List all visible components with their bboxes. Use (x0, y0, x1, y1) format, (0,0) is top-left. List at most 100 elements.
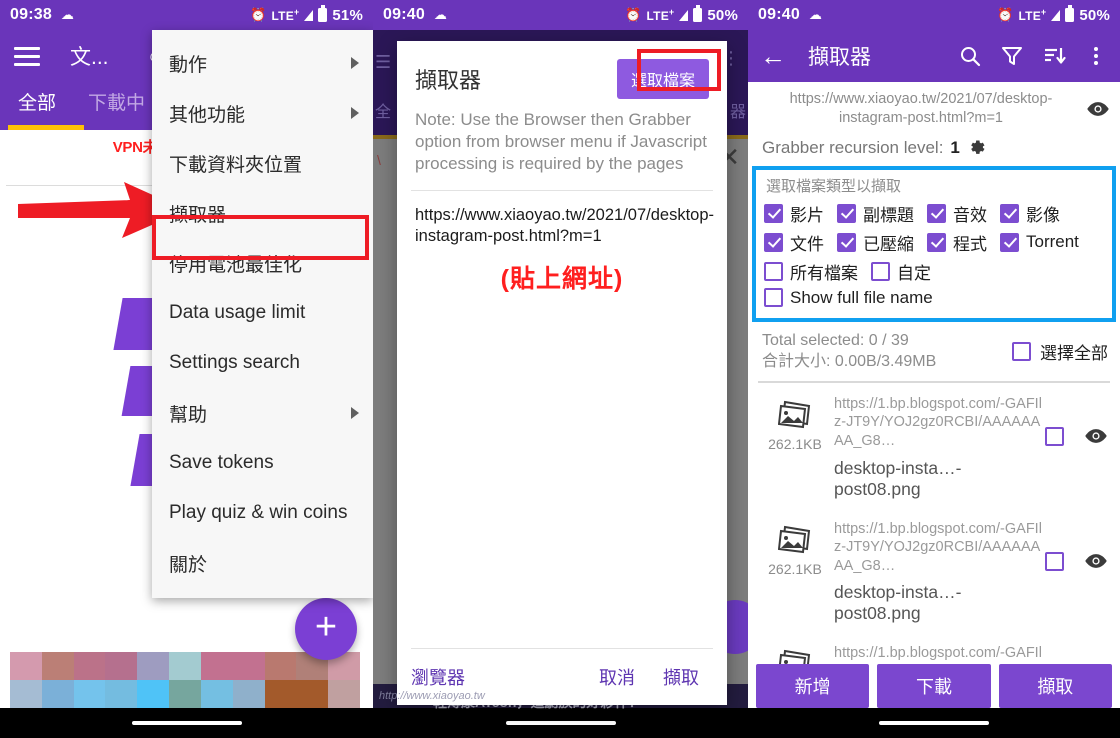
system-nav-bar (0, 708, 373, 738)
sort-descending-icon[interactable] (1042, 44, 1066, 68)
three-panel-screenshot: 09:38 ☁ ⏰ LTE+ 51% 文... ○ 全部 下載中 VPN未連線，… (0, 0, 1120, 738)
panel-downloader-menu: 09:38 ☁ ⏰ LTE+ 51% 文... ○ 全部 下載中 VPN未連線，… (0, 0, 373, 738)
browser-button[interactable]: 瀏覽器 (411, 664, 465, 690)
checkbox-box[interactable] (1045, 426, 1064, 446)
checkbox-custom[interactable]: 自定 (871, 259, 931, 284)
menu-item-actions[interactable]: 動作 (152, 38, 373, 88)
menu-item-play-quiz[interactable]: Play quiz & win coins (152, 488, 373, 538)
checkbox-box[interactable] (837, 232, 856, 252)
battery-icon (693, 5, 703, 22)
checkbox-video[interactable]: 影片 (764, 201, 824, 226)
alarm-icon: ⏰ (250, 7, 267, 22)
tab-underline (8, 125, 84, 130)
watermark: http://www.xiaoyao.tw (379, 690, 485, 702)
checkbox-box[interactable] (764, 261, 783, 281)
file-list-item[interactable]: 262.1KB https://1.bp.blogspot.com/-GAFIl… (748, 508, 1120, 633)
tab-downloading[interactable]: 下載中 (70, 82, 159, 115)
download-button[interactable]: 下載 (877, 664, 991, 708)
checkbox-show-full-file-name[interactable]: Show full file name (764, 288, 933, 308)
grabber-dialog: 擷取器 選取檔案 Note: Use the Browser then Grab… (397, 41, 727, 705)
back-arrow-icon[interactable]: ← (760, 43, 786, 69)
total-selected: Total selected: 0 / 39 (762, 331, 909, 349)
hamburger-icon[interactable] (14, 42, 40, 71)
filter-funnel-icon[interactable] (1000, 44, 1024, 68)
image-stack-icon (777, 525, 811, 553)
checkbox-label: 副標題 (863, 205, 914, 225)
plus-icon: + (314, 606, 338, 648)
system-nav-bar (373, 708, 748, 738)
menu-item-save-tokens[interactable]: Save tokens (152, 438, 373, 488)
battery-percent: 51% (332, 6, 363, 24)
checkbox-box[interactable] (871, 261, 890, 281)
battery-icon (1065, 5, 1075, 22)
menu-item-download-folder[interactable]: 下載資料夾位置 (152, 138, 373, 188)
menu-item-disable-battery-optimization[interactable]: 停用電池最佳化 (152, 238, 373, 288)
checkbox-compressed[interactable]: 已壓縮 (837, 230, 914, 255)
search-icon[interactable] (958, 44, 982, 68)
dialog-title: 擷取器 (415, 68, 482, 93)
file-type-row: 所有檔案 自定 (764, 257, 1104, 286)
menu-item-other-features[interactable]: 其他功能 (152, 88, 373, 138)
status-bar-1: 09:38 ☁ ⏰ LTE+ 51% (0, 0, 373, 30)
menu-item-label: 動作 (169, 54, 208, 76)
checkbox-box[interactable] (1012, 341, 1031, 361)
checkbox-subtitle[interactable]: 副標題 (837, 201, 914, 226)
dimmed-hamburger-icon: ☰ (375, 52, 392, 72)
grab-button[interactable]: 擷取 (649, 658, 713, 696)
network-label: LTE+ (271, 7, 300, 23)
file-list-item[interactable]: 262.1KB https://1.bp.blogspot.com/-GAFIl… (748, 383, 1120, 508)
file-type-selector: 選取檔案類型以擷取 影片 副標題 音效 影像 文件 已壓縮 程式 Torrent… (752, 165, 1116, 322)
nav-pill[interactable] (505, 721, 616, 725)
select-all-control[interactable]: 選擇全部 (1012, 339, 1108, 364)
cancel-button[interactable]: 取消 (599, 664, 635, 690)
file-type-hint: 選取檔案類型以擷取 (766, 177, 902, 195)
menu-item-label: Play quiz & win coins (169, 502, 348, 523)
checkbox-document[interactable]: 文件 (764, 230, 824, 255)
dialog-note: Note: Use the Browser then Grabber optio… (415, 110, 707, 173)
nav-pill[interactable] (131, 721, 242, 725)
nav-pill[interactable] (879, 721, 989, 725)
checkbox-program[interactable]: 程式 (927, 230, 987, 255)
checkbox-audio[interactable]: 音效 (927, 201, 987, 226)
file-url: https://1.bp.blogspot.com/-GAFIlz-JT9Y/Y… (834, 520, 1042, 574)
dimmed-tab-label: 器 (729, 104, 746, 121)
eye-icon[interactable] (1084, 552, 1108, 570)
checkbox-torrent[interactable]: Torrent (1000, 232, 1079, 252)
tab-all[interactable]: 全部 (0, 82, 70, 115)
checkbox-box[interactable] (837, 203, 856, 223)
menu-item-data-usage-limit[interactable]: Data usage limit (152, 288, 373, 338)
menu-item-about[interactable]: 關於 (152, 538, 373, 588)
bottom-button-bar: 新增 下載 擷取 (748, 664, 1120, 708)
checkbox-box[interactable] (764, 232, 783, 252)
eye-icon[interactable] (1084, 427, 1108, 445)
menu-item-settings-search[interactable]: Settings search (152, 338, 373, 388)
file-name: desktop-insta…-post08.png (834, 582, 962, 624)
grab-button[interactable]: 擷取 (998, 664, 1112, 708)
checkbox-box[interactable] (1000, 203, 1019, 223)
battery-icon (318, 5, 328, 22)
menu-item-grabber[interactable]: 擷取器 (152, 188, 373, 238)
checkbox-box[interactable] (764, 288, 783, 308)
checkbox-all-files[interactable]: 所有檔案 (764, 259, 858, 284)
annotation-paste-url: (貼上網址) (500, 264, 624, 293)
eye-icon[interactable] (1086, 100, 1110, 118)
more-vertical-icon[interactable] (1084, 44, 1108, 68)
alarm-icon: ⏰ (997, 7, 1014, 22)
annotation-highlight-box (637, 49, 721, 91)
checkbox-box[interactable] (1045, 551, 1064, 571)
checkbox-box[interactable] (1000, 232, 1019, 252)
checkbox-label: 影片 (790, 205, 824, 225)
url-input[interactable]: https://www.xiaoyao.tw/2021/07/desktop-i… (397, 191, 727, 248)
menu-item-label: 幫助 (169, 404, 208, 426)
checkbox-box[interactable] (927, 203, 946, 223)
menu-item-help[interactable]: 幫助 (152, 388, 373, 438)
add-download-fab[interactable]: + (295, 598, 357, 660)
gear-icon[interactable] (967, 138, 987, 158)
status-bar-2: 09:40 ☁ ⏰ LTE+ 50% (373, 0, 748, 30)
checkbox-label: 自定 (897, 263, 931, 283)
checkbox-box[interactable] (927, 232, 946, 252)
add-button[interactable]: 新增 (756, 664, 870, 708)
dimmed-vpn-text: \ (377, 152, 381, 168)
checkbox-image[interactable]: 影像 (1000, 201, 1060, 226)
checkbox-box[interactable] (764, 203, 783, 223)
